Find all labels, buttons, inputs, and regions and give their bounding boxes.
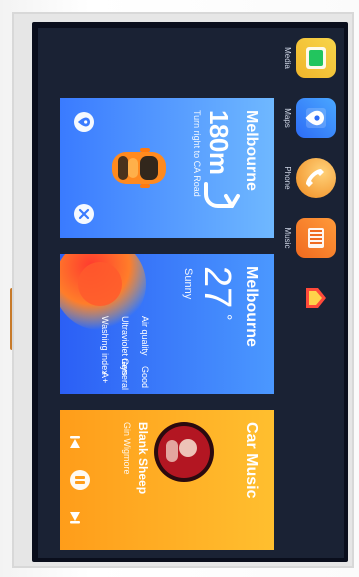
music-track-title: Blank Sheep (136, 422, 150, 495)
music-glyph (308, 228, 324, 248)
weather-row-uv-value: General (120, 358, 130, 391)
play-pause-icon (70, 470, 90, 490)
app-label-phone: Phone (283, 166, 292, 190)
close-icon (74, 204, 94, 224)
maps-glyph (305, 108, 326, 128)
weather-graphics (60, 254, 146, 330)
weather-row-air-quality-value: Good (140, 366, 150, 389)
home-icon[interactable] (296, 278, 336, 318)
navigation-card[interactable]: Melbourne 180m Turn right to CA Road (60, 98, 274, 238)
app-label-music: Music (283, 227, 292, 249)
music-graphics (70, 422, 214, 524)
navigation-graphics (74, 112, 240, 224)
weather-row-washing-label: Washing index (100, 316, 110, 375)
media-icon[interactable] (296, 38, 336, 78)
music-icon[interactable] (296, 218, 336, 258)
phone-icon[interactable] (296, 158, 336, 198)
weather-row-air-quality-label: Air quality (140, 316, 150, 356)
turn-arrow-icon (204, 182, 240, 208)
music-card[interactable]: Car Music Blank Sheep Gin Wigmore (60, 410, 274, 550)
media-glyph (306, 47, 326, 69)
weather-card[interactable]: Melbourne 27 ° Sunny Air quality Good Ul… (60, 254, 274, 394)
top-app-bar: Media Maps Phone Music (274, 28, 344, 558)
app-label-maps: Maps (283, 108, 292, 128)
car-icon (112, 148, 166, 188)
phone-glyph (306, 169, 324, 187)
home-glyph (306, 288, 326, 308)
next-track-icon (70, 512, 80, 524)
weather-row-washing-value: A+ (100, 372, 110, 384)
music-artist: Gin Wigmore (122, 422, 132, 475)
maps-icon[interactable] (296, 98, 336, 138)
navigation-pin-icon (74, 112, 94, 132)
app-label-media: Media (283, 47, 292, 69)
device-screen: Media Maps Phone Music Melbourne 180m Tu… (38, 28, 344, 558)
album-art (154, 422, 214, 482)
previous-track-icon (70, 436, 80, 448)
rotated-ui-root: Media Maps Phone Music Melbourne 180m Tu… (38, 28, 344, 558)
